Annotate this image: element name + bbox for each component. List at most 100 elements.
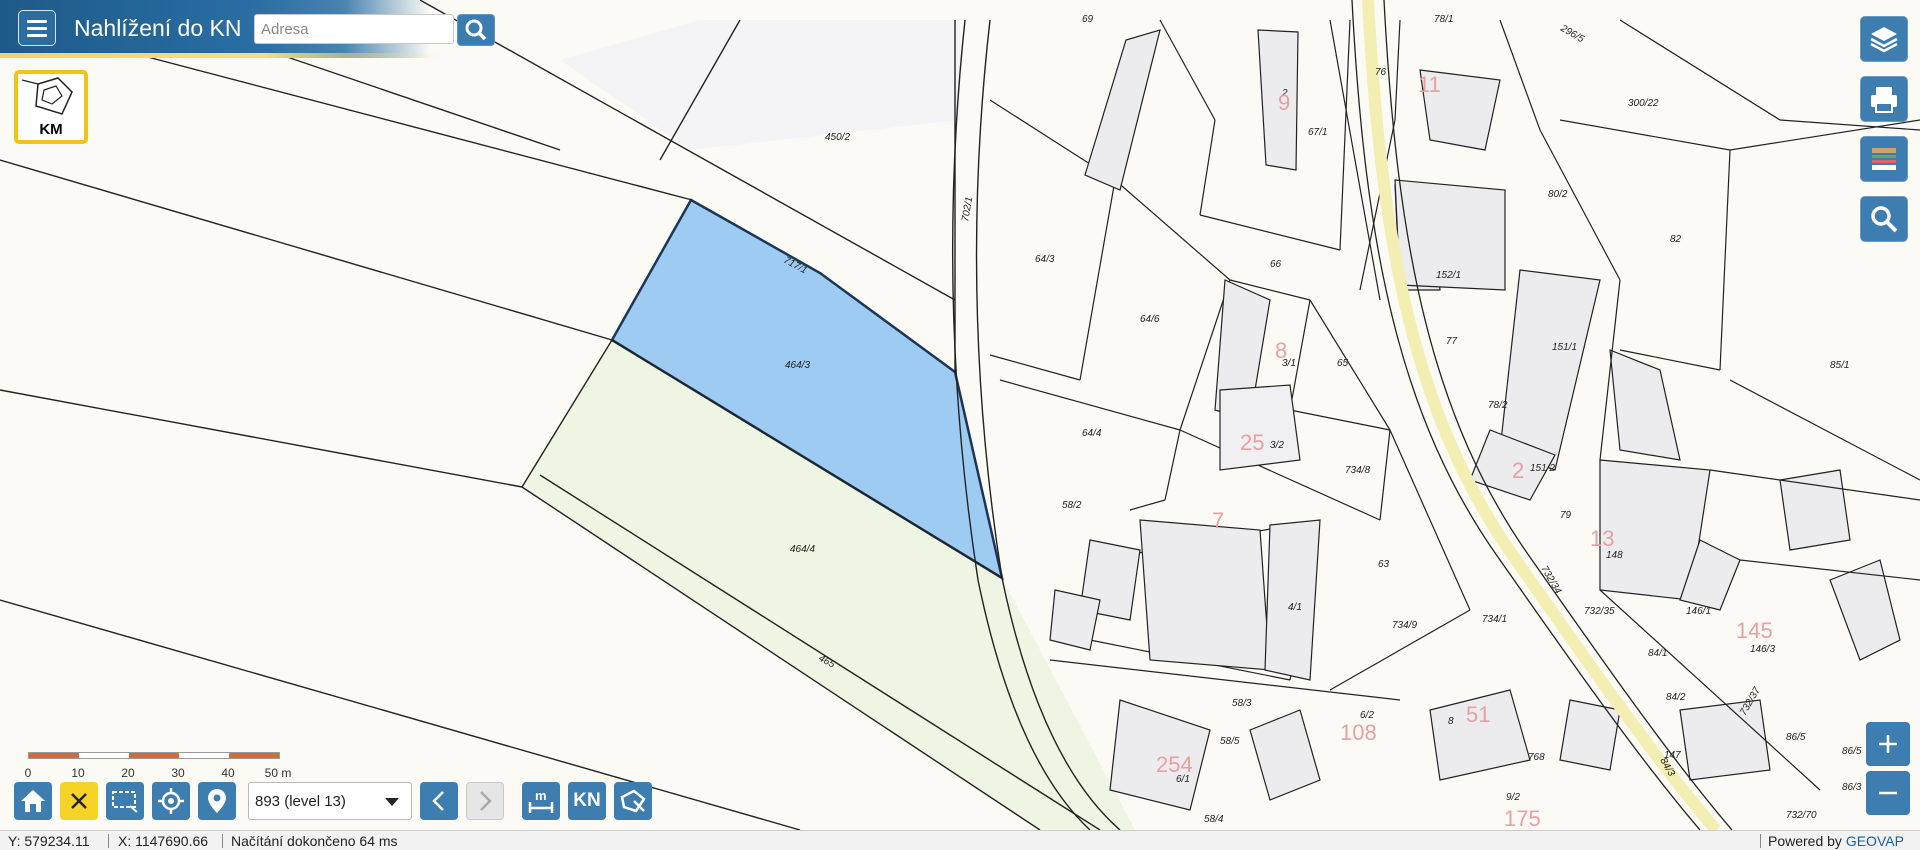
layers-button[interactable] xyxy=(1860,16,1908,62)
address-search-input[interactable] xyxy=(254,14,454,44)
svg-text:450/2: 450/2 xyxy=(825,132,850,143)
svg-text:8: 8 xyxy=(1448,716,1454,727)
powered-by-prefix: Powered by xyxy=(1768,833,1846,849)
svg-text:175: 175 xyxy=(1504,806,1541,830)
svg-text:11: 11 xyxy=(1418,72,1441,97)
measure-button[interactable]: m xyxy=(522,782,560,820)
zoom-in-button[interactable] xyxy=(1866,722,1910,766)
search-button[interactable] xyxy=(457,14,495,46)
next-view-button[interactable] xyxy=(466,782,504,820)
parcel-map-icon xyxy=(21,77,73,115)
svg-text:108: 108 xyxy=(1340,720,1377,745)
scale-tick: 20 xyxy=(121,766,135,780)
measure-icon: m xyxy=(528,788,554,813)
svg-text:4/1: 4/1 xyxy=(1288,602,1302,613)
print-button[interactable] xyxy=(1860,76,1908,122)
kn-info-button[interactable]: KN xyxy=(568,782,606,820)
parcel-info-button[interactable] xyxy=(614,782,652,820)
svg-text:69: 69 xyxy=(1082,14,1094,25)
map-pin-icon xyxy=(208,789,226,813)
previous-view-button[interactable] xyxy=(420,782,458,820)
km-layer-button[interactable]: KM xyxy=(14,70,88,144)
zoom-search-button[interactable] xyxy=(1860,196,1908,242)
scale-bar xyxy=(28,752,280,759)
svg-text:25: 25 xyxy=(1240,430,1264,455)
km-layer-label: KM xyxy=(39,121,63,138)
svg-text:78/2: 78/2 xyxy=(1488,400,1508,411)
svg-text:58/4: 58/4 xyxy=(1204,814,1224,825)
scale-tick: 30 xyxy=(171,766,185,780)
plus-icon xyxy=(1879,735,1897,753)
zoom-level-value: 893 (level 13) xyxy=(255,793,346,810)
svg-text:151/2: 151/2 xyxy=(1530,463,1555,474)
svg-text:85/1: 85/1 xyxy=(1830,360,1849,371)
svg-text:464/3: 464/3 xyxy=(785,360,810,371)
svg-text:464/4: 464/4 xyxy=(790,544,815,555)
legend-icon xyxy=(1872,148,1896,170)
svg-text:66: 66 xyxy=(1270,259,1282,270)
scale-tick: 40 xyxy=(221,766,235,780)
status-bar: Y: 579234.11 X: 1147690.66 Načítání doko… xyxy=(0,830,1920,850)
svg-text:2: 2 xyxy=(1512,458,1524,483)
svg-text:79: 79 xyxy=(1560,510,1572,521)
svg-text:768: 768 xyxy=(1528,752,1545,763)
y-coordinate: Y: 579234.11 xyxy=(8,833,90,849)
scale-tick: 10 xyxy=(71,766,85,780)
app-header: Nahlížení do KN xyxy=(0,0,495,58)
layers-icon xyxy=(1870,27,1898,53)
cadastral-map[interactable]: 450/2 717/1 464/3 464/4 465 702/1 64/3 6… xyxy=(0,0,1920,830)
status-message: Načítání dokončeno 64 ms xyxy=(231,833,398,849)
svg-text:9/2: 9/2 xyxy=(1506,792,1520,803)
svg-text:63: 63 xyxy=(1378,559,1390,570)
menu-button[interactable] xyxy=(18,10,56,46)
scale-tick: 50 m xyxy=(264,766,292,780)
svg-text:86/5: 86/5 xyxy=(1786,732,1806,743)
svg-text:58/5: 58/5 xyxy=(1220,736,1240,747)
zoom-out-button[interactable] xyxy=(1866,771,1910,815)
chevron-left-icon xyxy=(432,791,444,811)
svg-text:51: 51 xyxy=(1466,702,1490,727)
place-marker-button[interactable] xyxy=(198,782,236,820)
svg-text:58/3: 58/3 xyxy=(1232,698,1252,709)
svg-text:254: 254 xyxy=(1156,752,1193,777)
chevron-right-icon xyxy=(480,791,492,811)
svg-text:m: m xyxy=(535,788,547,803)
svg-text:8: 8 xyxy=(1275,338,1287,363)
svg-text:146/1: 146/1 xyxy=(1686,606,1711,617)
svg-text:58/2: 58/2 xyxy=(1062,500,1082,511)
svg-text:77: 77 xyxy=(1446,336,1458,347)
svg-text:64/4: 64/4 xyxy=(1082,428,1102,439)
svg-text:65: 65 xyxy=(1337,358,1349,369)
close-icon xyxy=(71,793,87,809)
svg-text:734/1: 734/1 xyxy=(1482,614,1507,625)
geovap-link[interactable]: GEOVAP xyxy=(1846,833,1904,849)
scale-tick: 0 xyxy=(24,766,32,780)
zoom-level-select[interactable]: 893 (level 13) xyxy=(248,782,412,820)
svg-text:64/6: 64/6 xyxy=(1140,314,1160,325)
svg-text:9: 9 xyxy=(1278,90,1290,115)
svg-text:3/2: 3/2 xyxy=(1270,440,1284,451)
svg-text:734/8: 734/8 xyxy=(1345,465,1370,476)
box-select-icon xyxy=(112,791,138,813)
home-icon xyxy=(21,790,45,812)
svg-text:13: 13 xyxy=(1590,526,1614,551)
clear-selection-button[interactable] xyxy=(60,782,98,820)
svg-text:7: 7 xyxy=(1212,508,1224,533)
svg-text:151/1: 151/1 xyxy=(1552,342,1577,353)
svg-text:80/2: 80/2 xyxy=(1548,189,1568,200)
powered-by: Powered by GEOVAP xyxy=(1768,833,1904,849)
crosshair-icon xyxy=(158,788,184,814)
svg-text:145: 145 xyxy=(1736,618,1773,643)
svg-text:76: 76 xyxy=(1375,67,1387,78)
box-select-button[interactable] xyxy=(106,782,144,820)
locate-button[interactable] xyxy=(152,782,190,820)
svg-text:732/35: 732/35 xyxy=(1584,606,1615,617)
home-button[interactable] xyxy=(14,782,52,820)
svg-text:152/1: 152/1 xyxy=(1436,270,1461,281)
svg-text:78/1: 78/1 xyxy=(1434,14,1453,25)
magnifier-icon xyxy=(1871,206,1898,233)
svg-text:146/3: 146/3 xyxy=(1750,644,1775,655)
legend-button[interactable] xyxy=(1860,136,1908,182)
svg-text:732/70: 732/70 xyxy=(1786,810,1817,821)
svg-text:84/1: 84/1 xyxy=(1648,648,1667,659)
